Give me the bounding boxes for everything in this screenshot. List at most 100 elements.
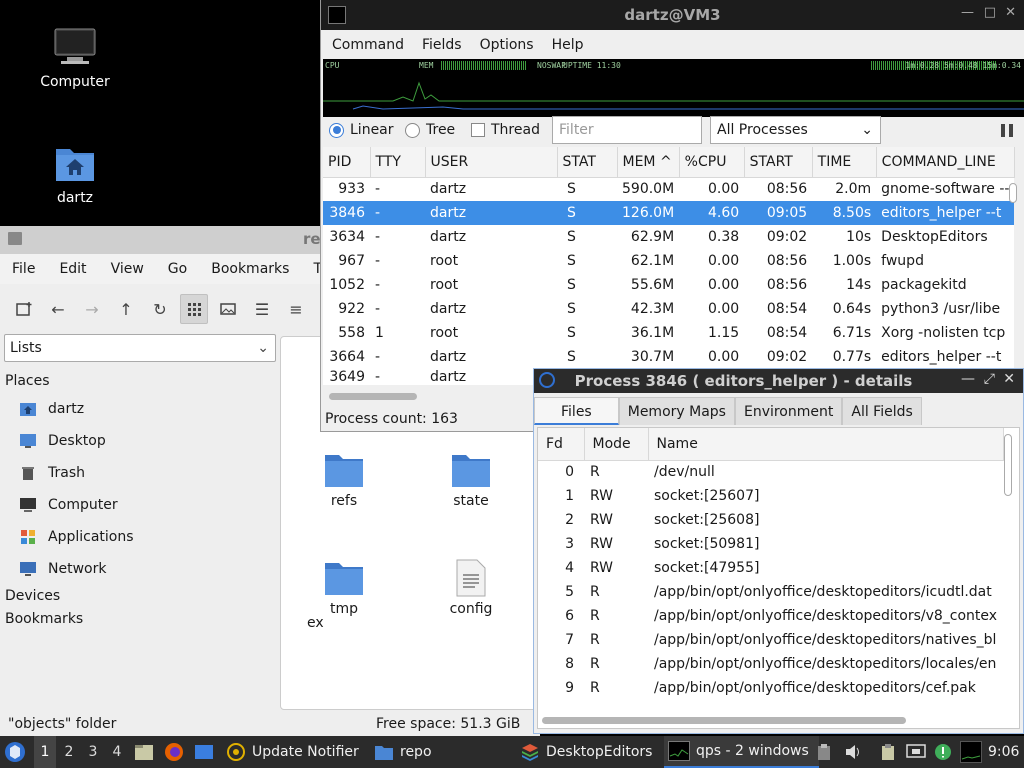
menu-options[interactable]: Options bbox=[471, 37, 543, 53]
sidebar-item-network[interactable]: Network bbox=[0, 553, 278, 585]
column-header-mem[interactable]: MEM ^ bbox=[617, 147, 680, 178]
list-view-icon[interactable]: ≡ bbox=[282, 294, 310, 324]
table-row[interactable]: 4 RW socket:[47955] bbox=[538, 556, 1003, 580]
workspace-2[interactable]: 2 bbox=[58, 736, 80, 768]
menu-command[interactable]: Command bbox=[323, 37, 413, 53]
start-menu-button[interactable] bbox=[4, 736, 26, 768]
tab-all-fields[interactable]: All Fields bbox=[842, 397, 922, 425]
table-row[interactable]: 3664 - dartz S 30.7M 0.00 09:02 0.77s ed… bbox=[323, 345, 1015, 369]
tray-network[interactable] bbox=[906, 736, 926, 768]
table-row-selected[interactable]: 3846 - dartz S 126.0M 4.60 09:05 8.50s e… bbox=[323, 201, 1015, 225]
tab-memory-maps[interactable]: Memory Maps bbox=[618, 397, 735, 425]
tray-clipboard-manager[interactable] bbox=[880, 736, 896, 768]
column-header-stat[interactable]: STAT bbox=[557, 147, 618, 178]
thread-checkbox[interactable]: Thread bbox=[471, 122, 540, 138]
minimize-icon[interactable]: — bbox=[961, 5, 974, 20]
qps-titlebar[interactable]: dartz@VM3 — □ ✕ bbox=[321, 0, 1024, 30]
file-item-config[interactable]: config bbox=[426, 559, 516, 617]
table-row[interactable]: 933 - dartz S 590.0M 0.00 08:56 2.0m gno… bbox=[323, 177, 1015, 201]
new-tab-icon[interactable] bbox=[10, 294, 38, 324]
launcher-firefox[interactable] bbox=[164, 736, 184, 768]
column-header-pid[interactable]: PID bbox=[323, 147, 371, 178]
folder-item-refs[interactable]: refs bbox=[299, 451, 389, 509]
table-row[interactable]: 3 RW socket:[50981] bbox=[538, 532, 1003, 556]
sidebar-item-computer[interactable]: Computer bbox=[0, 489, 278, 521]
table-row[interactable]: 9 R/app/bin/opt/onlyoffice/desktopeditors… bbox=[538, 676, 1003, 700]
tray-clipboard[interactable] bbox=[816, 736, 832, 768]
icon-view-icon[interactable] bbox=[180, 294, 208, 324]
tree-radio[interactable]: Tree bbox=[405, 122, 455, 138]
column-header-name[interactable]: Name bbox=[648, 428, 1004, 461]
files-table-hscroll[interactable] bbox=[542, 717, 906, 724]
desktop-icon-home[interactable]: dartz bbox=[20, 138, 130, 206]
column-header-fd[interactable]: Fd bbox=[538, 428, 585, 461]
menu-file[interactable]: File bbox=[0, 261, 47, 277]
pause-icon[interactable] bbox=[1001, 124, 1013, 137]
table-row[interactable]: 8 R/app/bin/opt/onlyoffice/desktopeditors… bbox=[538, 652, 1003, 676]
process-filter-select[interactable]: All Processes ⌄ bbox=[710, 116, 881, 144]
task-qps[interactable]: qps - 2 windows bbox=[664, 736, 819, 768]
sidebar-item-desktop[interactable]: Desktop bbox=[0, 425, 278, 457]
minimize-icon[interactable]: — bbox=[961, 371, 975, 387]
column-header-time[interactable]: TIME bbox=[812, 147, 877, 178]
maximize-icon[interactable]: ⤢ bbox=[984, 371, 995, 387]
menu-fields[interactable]: Fields bbox=[413, 37, 471, 53]
table-row[interactable]: 1052 - root S 55.6M 0.00 08:56 14s packa… bbox=[323, 273, 1015, 297]
task-update-notifier[interactable]: Update Notifier bbox=[226, 736, 359, 768]
sidebar-item-applications[interactable]: Applications bbox=[0, 521, 278, 553]
sidebar-mode-select[interactable]: Lists ⌄ bbox=[4, 334, 276, 362]
files-table-vscroll[interactable] bbox=[1004, 434, 1012, 496]
menu-edit[interactable]: Edit bbox=[47, 261, 98, 277]
menu-view[interactable]: View bbox=[99, 261, 156, 277]
table-row[interactable]: 2 RW socket:[25608] bbox=[538, 508, 1003, 532]
filter-input[interactable] bbox=[552, 116, 702, 144]
menu-go[interactable]: Go bbox=[156, 261, 199, 277]
desktop-icon-computer[interactable]: Computer bbox=[20, 22, 130, 90]
launcher-file-manager[interactable] bbox=[134, 736, 154, 768]
column-header-tty[interactable]: TTY bbox=[370, 147, 426, 178]
back-arrow-icon[interactable]: ← bbox=[44, 294, 72, 324]
task-desktopeditors[interactable]: DesktopEditors bbox=[520, 736, 652, 768]
process-table-hscroll[interactable] bbox=[329, 393, 417, 400]
column-header-user[interactable]: USER bbox=[425, 147, 558, 178]
table-row[interactable]: 6 R/app/bin/opt/onlyoffice/desktopeditors… bbox=[538, 604, 1003, 628]
table-row[interactable]: 1 RW socket:[25607] bbox=[538, 484, 1003, 508]
column-header-mode[interactable]: Mode bbox=[584, 428, 649, 461]
maximize-icon[interactable]: □ bbox=[984, 5, 996, 20]
column-header-start[interactable]: START bbox=[744, 147, 813, 178]
forward-arrow-icon[interactable]: → bbox=[78, 294, 106, 324]
tray-qps[interactable] bbox=[960, 736, 982, 768]
task-repo[interactable]: repo bbox=[374, 736, 432, 768]
tray-volume[interactable] bbox=[844, 736, 862, 768]
sidebar-heading-devices[interactable]: Devices bbox=[0, 585, 278, 608]
launcher-desktop[interactable] bbox=[194, 736, 214, 768]
sidebar-heading-bookmarks[interactable]: Bookmarks bbox=[0, 608, 278, 631]
linear-radio[interactable]: Linear bbox=[329, 122, 394, 138]
column-header-command-line[interactable]: COMMAND_LINE bbox=[876, 147, 1015, 178]
folder-item-tmp[interactable]: tmp bbox=[299, 559, 389, 617]
column-header-cpu[interactable]: %CPU bbox=[679, 147, 745, 178]
table-row[interactable]: 5 R/app/bin/opt/onlyoffice/desktopeditors… bbox=[538, 580, 1003, 604]
tab-files[interactable]: Files bbox=[534, 397, 619, 425]
close-icon[interactable]: ✕ bbox=[1005, 5, 1016, 20]
tray-update[interactable] bbox=[934, 736, 952, 768]
table-row[interactable]: 967 - root S 62.1M 0.00 08:56 1.00s fwup… bbox=[323, 249, 1015, 273]
compact-view-icon[interactable]: ☰ bbox=[248, 294, 276, 324]
table-row[interactable]: 3634 - dartz S 62.9M 0.38 09:02 10s Desk… bbox=[323, 225, 1015, 249]
folder-item-state[interactable]: state bbox=[426, 451, 516, 509]
table-row[interactable]: 558 1 root S 36.1M 1.15 08:54 6.71s Xorg… bbox=[323, 321, 1015, 345]
table-row[interactable]: 7 R/app/bin/opt/onlyoffice/desktopeditors… bbox=[538, 628, 1003, 652]
thumbnail-view-icon[interactable] bbox=[214, 294, 242, 324]
details-titlebar[interactable]: Process 3846 ( editors_helper ) - detail… bbox=[534, 369, 1023, 393]
menu-help[interactable]: Help bbox=[543, 37, 593, 53]
tab-environment[interactable]: Environment bbox=[734, 397, 843, 425]
reload-icon[interactable]: ↻ bbox=[146, 294, 174, 324]
table-row[interactable]: 0 R/dev/null bbox=[538, 460, 1003, 484]
sidebar-item-trash[interactable]: Trash bbox=[0, 457, 278, 489]
table-row[interactable]: 922 - dartz S 42.3M 0.00 08:54 0.64s pyt… bbox=[323, 297, 1015, 321]
up-arrow-icon[interactable]: ↑ bbox=[112, 294, 140, 324]
menu-bookmarks[interactable]: Bookmarks bbox=[199, 261, 301, 277]
close-icon[interactable]: ✕ bbox=[1003, 371, 1015, 387]
workspace-4[interactable]: 4 bbox=[106, 736, 128, 768]
workspace-3[interactable]: 3 bbox=[82, 736, 104, 768]
